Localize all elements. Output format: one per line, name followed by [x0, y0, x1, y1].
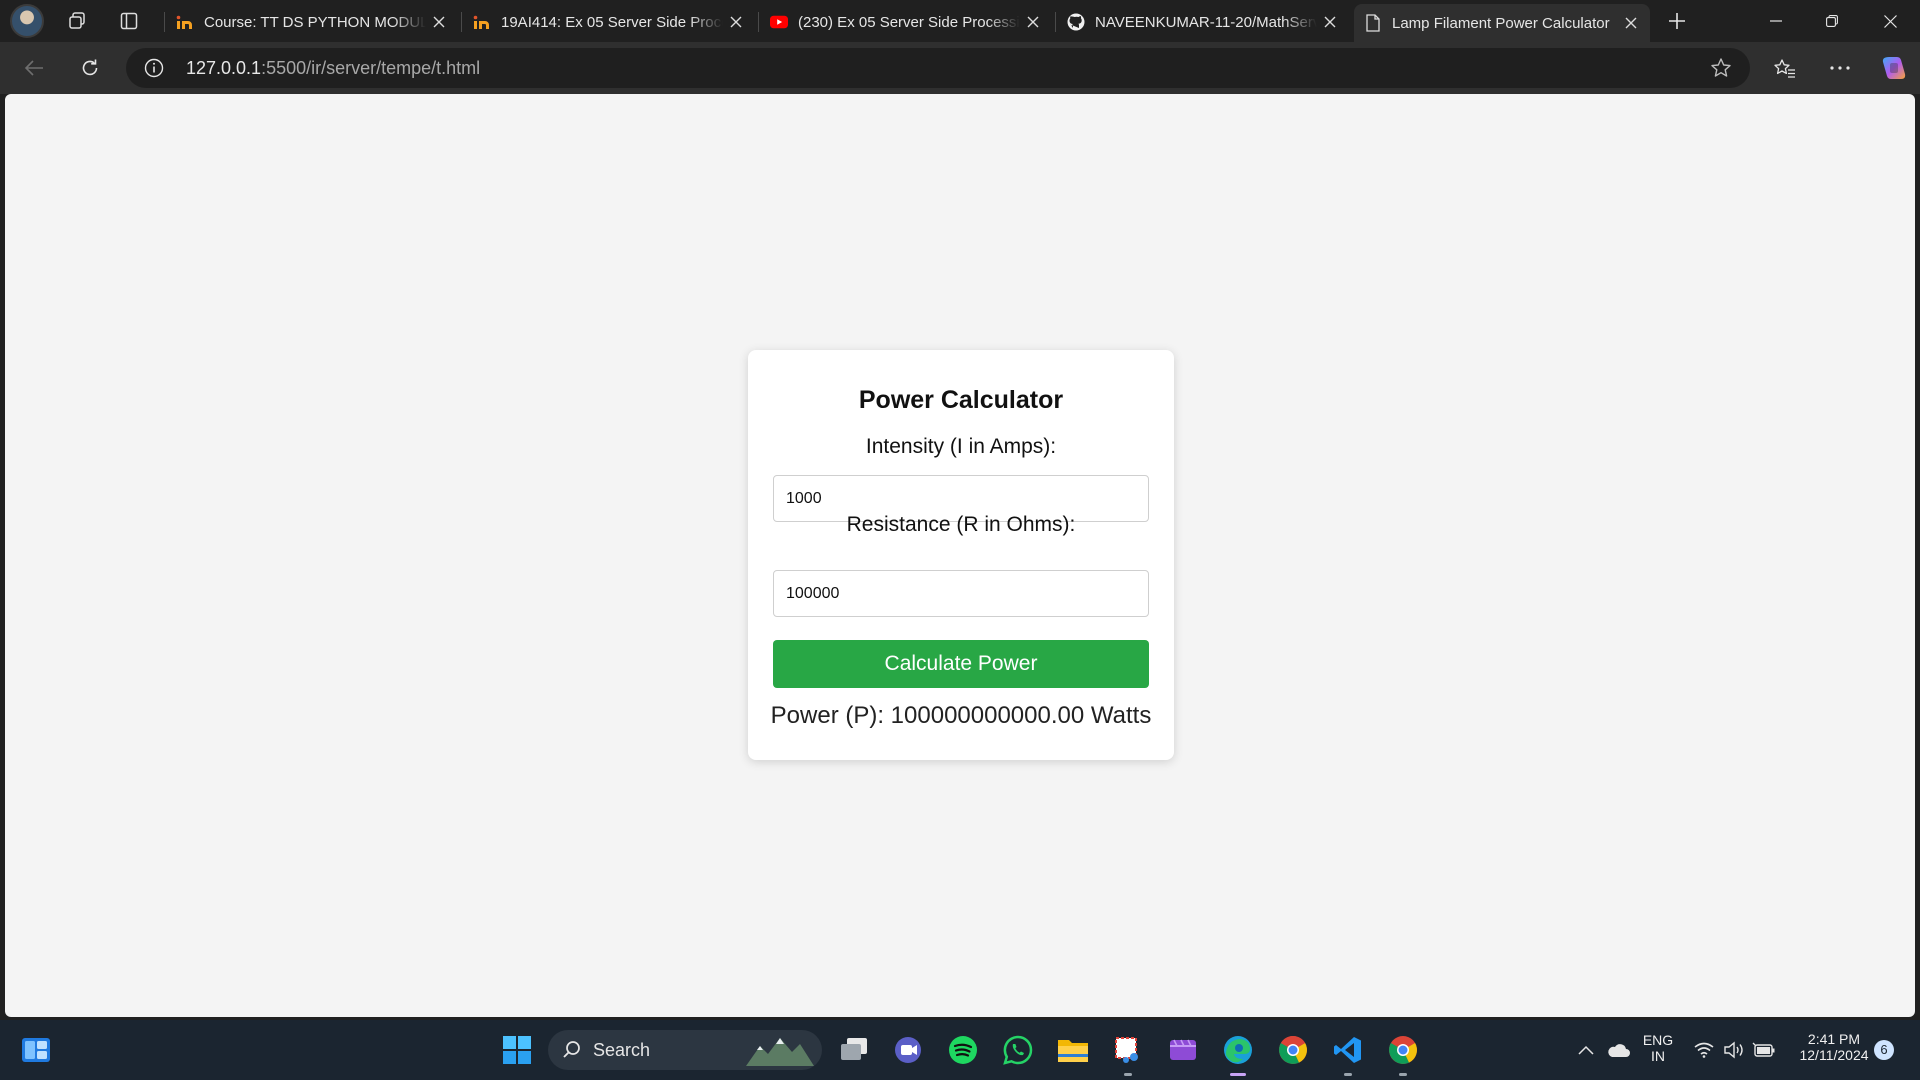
- tab-title: (230) Ex 05 Server Side Processing: [798, 13, 1020, 31]
- start-button[interactable]: [497, 1030, 537, 1070]
- snipping-tool-icon[interactable]: [1108, 1030, 1148, 1076]
- more-options-icon[interactable]: [1822, 50, 1858, 86]
- spotify-icon[interactable]: [943, 1030, 983, 1070]
- workspaces-icon[interactable]: [60, 5, 94, 37]
- site-info-icon[interactable]: [144, 58, 164, 78]
- page-viewport: Power Calculator Intensity (I in Amps): …: [5, 94, 1915, 1017]
- clipchamp-icon[interactable]: [1163, 1030, 1203, 1070]
- search-icon: [563, 1041, 580, 1058]
- restore-button[interactable]: [1804, 0, 1860, 42]
- favorite-star-icon[interactable]: [1710, 57, 1732, 79]
- battery-icon[interactable]: [1746, 1030, 1782, 1070]
- chrome-icon[interactable]: [1383, 1030, 1423, 1076]
- page-title: Power Calculator: [858, 386, 1064, 414]
- clock-time: 2:41 PM: [1807, 1031, 1861, 1047]
- calculator-card: Power Calculator Intensity (I in Amps): …: [748, 350, 1174, 760]
- tab-power-calculator[interactable]: Lamp Filament Power Calculator: [1354, 4, 1650, 42]
- close-icon[interactable]: [1020, 9, 1046, 35]
- github-icon: [1067, 13, 1085, 31]
- tab-title: NAVEENKUMAR-11-20/MathServer: [1095, 13, 1317, 31]
- mountains-icon: [746, 1038, 814, 1066]
- edge-icon[interactable]: [1218, 1030, 1258, 1076]
- refresh-button[interactable]: [72, 50, 108, 86]
- chrome-icon[interactable]: [1273, 1030, 1313, 1070]
- search-label: Search: [593, 1040, 651, 1060]
- page-icon: [1364, 14, 1382, 32]
- file-explorer-icon[interactable]: [1053, 1030, 1093, 1070]
- taskbar: Search ENG IN 2:41 PM 12/11/2024 6: [0, 1020, 1920, 1080]
- in-logo-icon: [473, 13, 491, 31]
- in-logo-icon: [176, 13, 194, 31]
- tab-title: Lamp Filament Power Calculator: [1392, 14, 1610, 32]
- teams-icon[interactable]: [888, 1030, 928, 1070]
- copilot-icon[interactable]: [1876, 50, 1912, 86]
- notification-badge[interactable]: 6: [1874, 1040, 1894, 1060]
- favorites-icon[interactable]: [1767, 50, 1803, 86]
- clock[interactable]: 2:41 PM 12/11/2024: [1786, 1031, 1882, 1063]
- taskbar-search[interactable]: Search: [548, 1030, 822, 1070]
- tab-19ai414[interactable]: 19AI414: Ex 05 Server Side Processing: [463, 4, 755, 40]
- resistance-input[interactable]: [773, 570, 1149, 617]
- clock-date: 12/11/2024: [1799, 1047, 1869, 1063]
- widgets-icon[interactable]: [16, 1030, 56, 1070]
- profile-avatar[interactable]: [10, 4, 44, 38]
- vscode-icon[interactable]: [1328, 1030, 1368, 1076]
- tab-course[interactable]: Course: TT DS PYTHON MODULE: [166, 4, 458, 40]
- tab-github[interactable]: NAVEENKUMAR-11-20/MathServer: [1057, 4, 1349, 40]
- task-view-icon[interactable]: [834, 1030, 874, 1070]
- close-window-button[interactable]: [1862, 0, 1918, 42]
- tab-title: Course: TT DS PYTHON MODULE: [204, 13, 426, 31]
- youtube-icon: [770, 13, 788, 31]
- tab-youtube[interactable]: (230) Ex 05 Server Side Processing: [760, 4, 1052, 40]
- intensity-label: Intensity (I in Amps):: [865, 435, 1057, 458]
- url-text[interactable]: 127.0.0.1:5500/ir/server/tempe/t.html: [186, 58, 480, 79]
- whatsapp-icon[interactable]: [998, 1030, 1038, 1070]
- address-toolbar: 127.0.0.1:5500/ir/server/tempe/t.html: [0, 42, 1920, 94]
- close-icon[interactable]: [1618, 10, 1644, 36]
- url-path: :5500/ir/server/tempe/t.html: [261, 58, 481, 78]
- language-indicator[interactable]: ENG IN: [1640, 1032, 1676, 1064]
- minimize-button[interactable]: [1748, 0, 1804, 42]
- close-icon[interactable]: [723, 9, 749, 35]
- new-tab-button[interactable]: [1660, 5, 1694, 37]
- close-icon[interactable]: [1317, 9, 1343, 35]
- url-host: 127.0.0.1: [186, 58, 262, 78]
- power-result: Power (P): 100000000000.00 Watts: [770, 702, 1152, 729]
- tab-title: 19AI414: Ex 05 Server Side Processing: [501, 13, 723, 31]
- onedrive-icon[interactable]: [1598, 1030, 1638, 1070]
- browser-titlebar: Course: TT DS PYTHON MODULE 19AI414: Ex …: [0, 0, 1920, 42]
- language-code: ENG: [1642, 1032, 1674, 1048]
- resistance-label: Resistance (R in Ohms):: [846, 513, 1076, 536]
- vertical-tabs-icon[interactable]: [112, 5, 146, 37]
- region-code: IN: [1651, 1048, 1665, 1064]
- close-icon[interactable]: [426, 9, 452, 35]
- calculate-power-button[interactable]: Calculate Power: [773, 640, 1149, 688]
- back-button[interactable]: [16, 50, 52, 86]
- address-bar[interactable]: 127.0.0.1:5500/ir/server/tempe/t.html: [126, 48, 1750, 88]
